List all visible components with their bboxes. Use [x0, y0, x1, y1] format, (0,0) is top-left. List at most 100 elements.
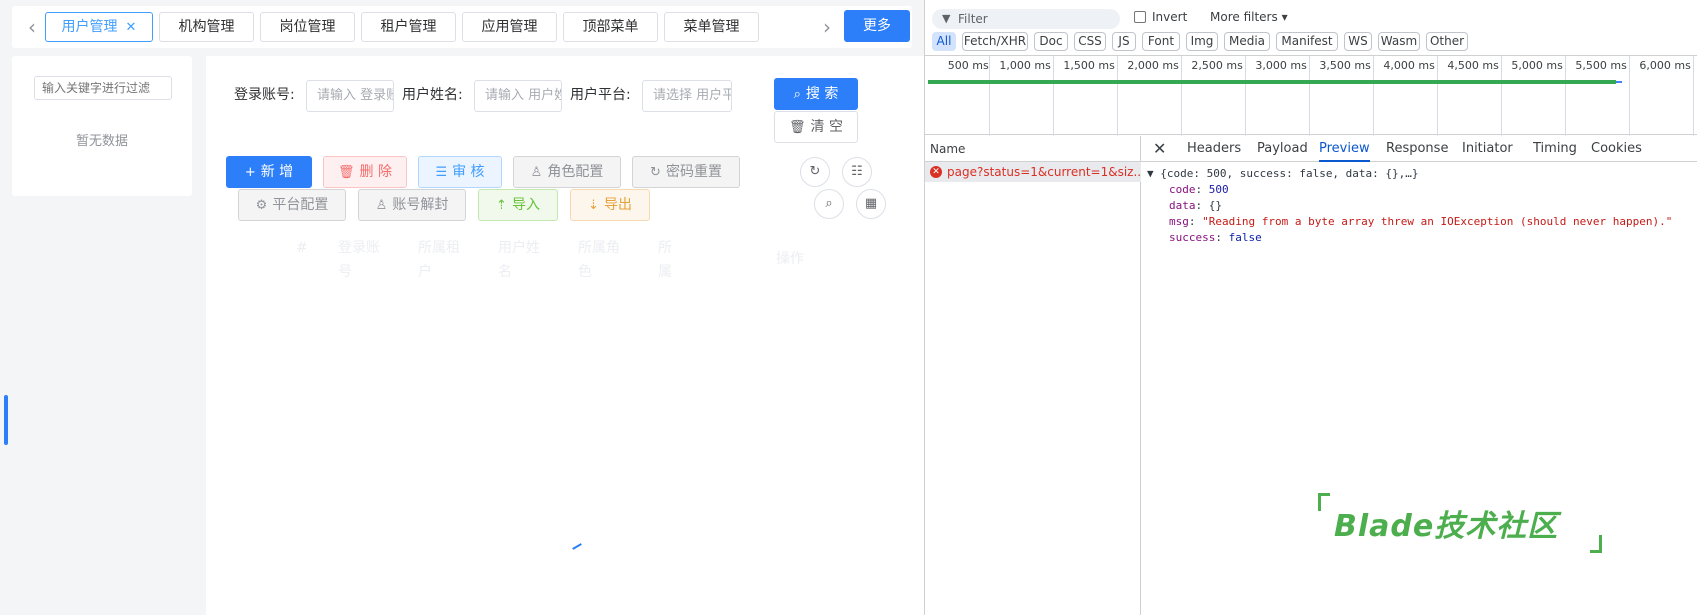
refresh-button[interactable]: ↻: [800, 157, 830, 187]
filter-chip-doc[interactable]: Doc: [1034, 32, 1068, 51]
refresh-icon: ↻: [809, 164, 821, 179]
close-detail-icon[interactable]: ✕: [1153, 136, 1166, 162]
user-icon: ♙: [530, 165, 543, 180]
network-overview-timeline[interactable]: 500 ms 1,000 ms 1,500 ms 2,000 ms 2,500 ms 3,…: [925, 55, 1697, 136]
username-placeholder: 请输入 用户姓名: [485, 88, 561, 103]
close-icon[interactable]: ✕: [126, 20, 137, 35]
filter-chip-media[interactable]: Media: [1224, 32, 1270, 51]
more-filters-label: More filters: [1210, 10, 1278, 24]
tab-headers[interactable]: Headers: [1187, 136, 1241, 162]
chevron-right-icon[interactable]: ›: [817, 17, 837, 38]
filter-chip-ws[interactable]: WS: [1344, 32, 1372, 51]
tab-initiator[interactable]: Initiator: [1462, 136, 1513, 162]
request-detail-tabs: ✕ Headers Payload Preview Response Initi…: [1141, 136, 1697, 162]
loading-spinner: [568, 536, 582, 550]
gear-icon: ⚙: [255, 198, 268, 213]
json-key: code: [1169, 183, 1196, 196]
admin-app: ‹ 用户管理 ✕ 机构管理 岗位管理 租户管理 应用管理 顶部菜单 菜单管理 › …: [0, 0, 924, 615]
network-filter-input[interactable]: ▼ Filter: [932, 9, 1120, 29]
table-header-actions: 操作: [776, 251, 804, 267]
filter-chip-font[interactable]: Font: [1142, 32, 1180, 51]
timeline-tick-label: 1,000 ms: [999, 59, 1051, 72]
audit-button[interactable]: ☰ 审 核: [418, 156, 502, 188]
search-button-label: 搜 索: [805, 86, 839, 102]
filter-chip-manifest[interactable]: Manifest: [1276, 32, 1338, 51]
timeline-tick: [1053, 56, 1054, 136]
timeline-tick: [1245, 56, 1246, 136]
delete-button[interactable]: 🗑 删 除: [323, 156, 407, 188]
table-header-account: 登录账号: [338, 240, 380, 280]
tab-cookies[interactable]: Cookies: [1591, 136, 1642, 162]
import-button[interactable]: ⇡ 导入: [478, 189, 558, 221]
filter-chip-css[interactable]: CSS: [1074, 32, 1106, 51]
watermark-text: Blade技术社区: [1334, 509, 1559, 544]
account-unlock-button[interactable]: ♙ 账号解封: [358, 189, 466, 221]
watermark-bracket: [1318, 493, 1330, 511]
more-filters-dropdown[interactable]: More filters ▾: [1210, 10, 1288, 24]
filter-chip-other[interactable]: Other: [1426, 32, 1468, 51]
request-row[interactable]: ✕ page?status=1&current=1&siz...: [925, 162, 1141, 182]
tab-menu-management[interactable]: 菜单管理: [664, 12, 759, 42]
user-main-panel: 登录账号: 请输入 登录账号 用户姓名: 请输入 用户姓名 用户平台: 请选择 …: [206, 56, 924, 615]
download-icon: ⇣: [588, 198, 599, 213]
more-button[interactable]: 更多: [844, 10, 910, 42]
username-label: 用户姓名:: [402, 87, 463, 103]
invert-checkbox[interactable]: [1134, 11, 1146, 23]
tab-timing[interactable]: Timing: [1533, 136, 1577, 162]
tab-label: 岗位管理: [279, 19, 336, 35]
grid-toggle-button[interactable]: ▦: [856, 189, 886, 219]
clear-button[interactable]: 🗑 清 空: [774, 111, 858, 143]
timeline-tick-label: 5,500 ms: [1575, 59, 1627, 72]
json-value: {}: [1208, 199, 1222, 212]
sliders-icon: ☰: [435, 165, 448, 180]
refresh-icon: ↻: [650, 165, 661, 180]
request-name: page?status=1&current=1&siz...: [947, 165, 1141, 179]
trash-icon: 🗑: [338, 165, 355, 180]
tab-post-management[interactable]: 岗位管理: [260, 12, 355, 42]
timeline-tick: [1437, 56, 1438, 136]
password-reset-button[interactable]: ↻ 密码重置: [632, 156, 740, 188]
tab-bar: ‹ 用户管理 ✕ 机构管理 岗位管理 租户管理 应用管理 顶部菜单 菜单管理 › …: [12, 6, 912, 48]
tab-user-management[interactable]: 用户管理 ✕: [45, 12, 153, 42]
tree-filter-input[interactable]: [34, 76, 172, 100]
tab-response[interactable]: Response: [1386, 136, 1448, 162]
filter-chip-img[interactable]: Img: [1186, 32, 1218, 51]
json-code-row: code: 500: [1169, 183, 1229, 196]
platform-label: 用户平台:: [570, 87, 631, 103]
timeline-tick: [1117, 56, 1118, 136]
error-icon: ✕: [930, 166, 942, 178]
json-summary: {code: 500, success: false, data: {},…}: [1160, 167, 1419, 180]
tab-app-management[interactable]: 应用管理: [462, 12, 557, 42]
column-settings-button[interactable]: ☷: [842, 157, 872, 187]
search-toggle-button[interactable]: ⌕: [814, 189, 844, 219]
chevron-left-icon[interactable]: ‹: [22, 17, 42, 38]
search-button[interactable]: ⌕ 搜 索: [774, 78, 858, 110]
tab-org-management[interactable]: 机构管理: [159, 12, 254, 42]
tab-top-menu[interactable]: 顶部菜单: [563, 12, 658, 42]
side-accent: [4, 395, 8, 445]
platform-select[interactable]: 请选择 用户平台 ⌄: [642, 80, 732, 112]
timeline-tick-label: 2,500 ms: [1191, 59, 1243, 72]
password-reset-label: 密码重置: [665, 164, 722, 180]
tab-preview[interactable]: Preview: [1319, 136, 1370, 162]
name-column-header[interactable]: Name: [925, 136, 1141, 162]
filter-chip-wasm[interactable]: Wasm: [1378, 32, 1420, 51]
timeline-tick: [1309, 56, 1310, 136]
platform-config-button[interactable]: ⚙ 平台配置: [238, 189, 346, 221]
tab-tenant-management[interactable]: 租户管理: [361, 12, 456, 42]
table-header-tenant: 所属租户: [418, 240, 460, 280]
add-button[interactable]: + 新 增: [226, 156, 312, 188]
role-config-button[interactable]: ♙ 角色配置: [513, 156, 621, 188]
filter-chip-all[interactable]: All: [932, 32, 956, 51]
timeline-tick: [1501, 56, 1502, 136]
tree-empty-text: 暂无数据: [75, 134, 128, 149]
filter-chip-fetch-xhr[interactable]: Fetch/XHR: [962, 32, 1028, 51]
export-button-label: 导出: [603, 197, 632, 213]
json-summary-row[interactable]: ▼ {code: 500, success: false, data: {},……: [1147, 166, 1672, 182]
tab-payload[interactable]: Payload: [1257, 136, 1308, 162]
export-button[interactable]: ⇣ 导出: [570, 189, 650, 221]
username-input[interactable]: 请输入 用户姓名: [474, 80, 562, 112]
filter-chip-js[interactable]: JS: [1112, 32, 1136, 51]
account-input[interactable]: 请输入 登录账号: [306, 80, 394, 112]
caret-down-icon: ▾: [1281, 10, 1288, 24]
